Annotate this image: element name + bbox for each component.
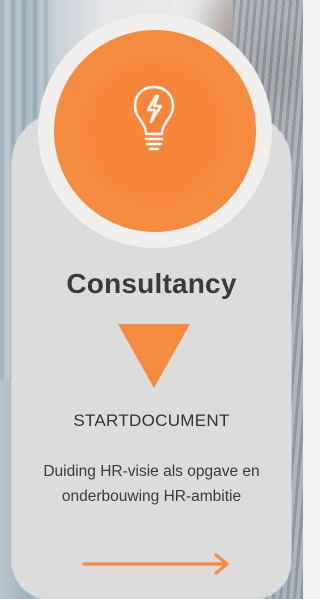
card-subtitle: STARTDOCUMENT (73, 411, 230, 430)
lightbulb-icon (133, 85, 175, 151)
arrow-right-icon[interactable] (82, 552, 230, 576)
triangle-down-icon (118, 324, 190, 388)
card-title: Consultancy (66, 268, 237, 299)
card-description: Duiding HR-visie als opgave en onderbouw… (43, 463, 260, 505)
